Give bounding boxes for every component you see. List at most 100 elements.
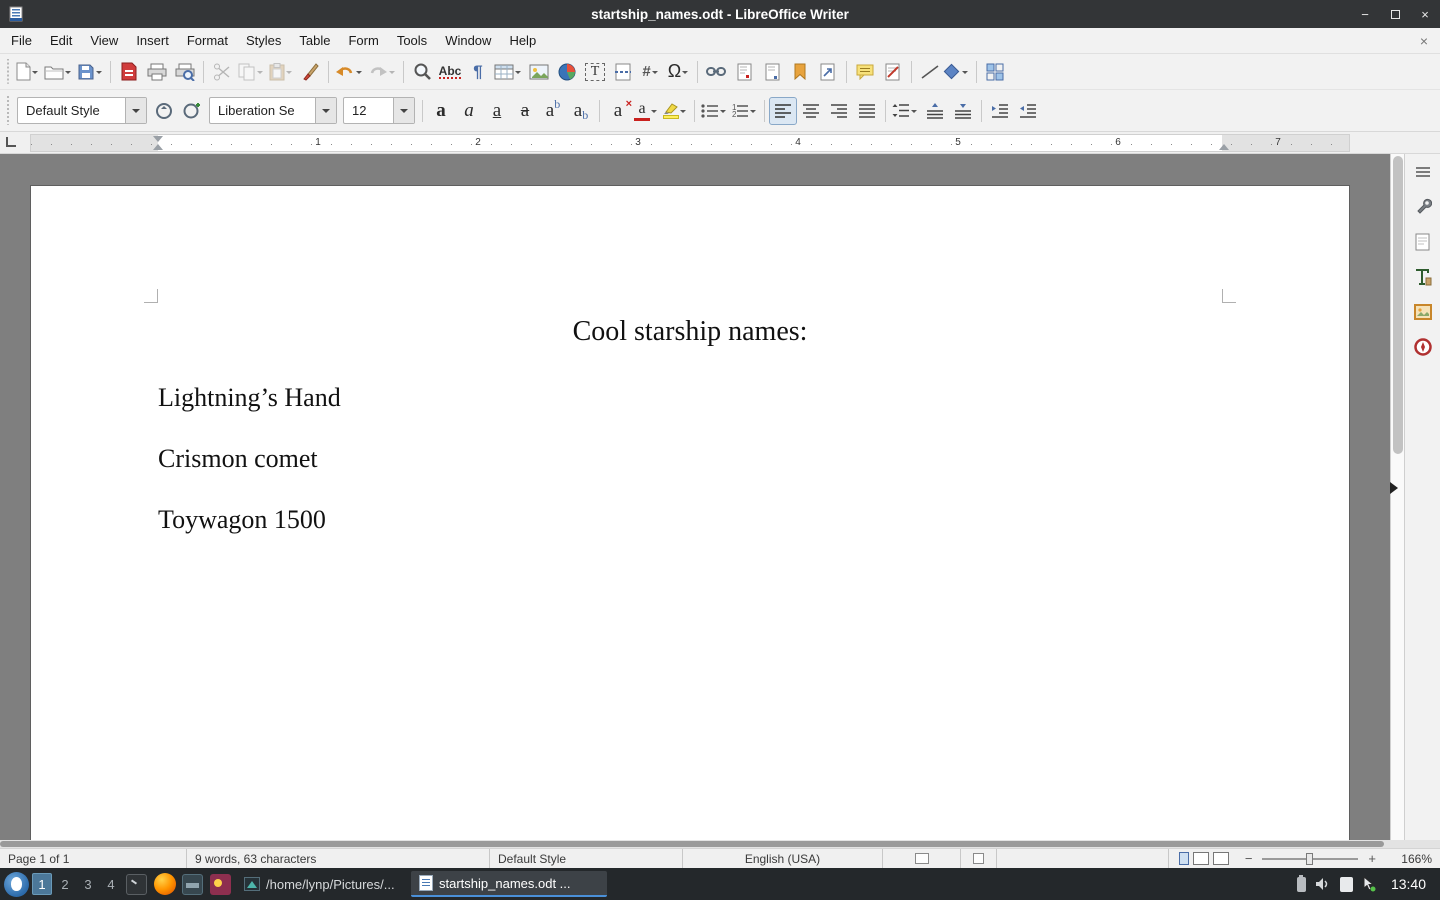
menu-format[interactable]: Format: [178, 29, 237, 52]
find-replace-button[interactable]: [408, 58, 436, 86]
volume-icon[interactable]: [1315, 877, 1331, 891]
sidebar-page-button[interactable]: [1409, 228, 1437, 256]
line-spacing-dropdown-arrow[interactable]: [910, 99, 919, 123]
bullet-list-button[interactable]: [699, 97, 730, 125]
subscript-button[interactable]: ab: [567, 97, 595, 125]
battery-icon[interactable]: [1297, 877, 1306, 892]
restore-button[interactable]: [1388, 7, 1402, 21]
right-indent-marker[interactable]: [1219, 144, 1229, 150]
workspace-4-button[interactable]: 4: [101, 873, 121, 895]
single-page-view-button[interactable]: [1179, 852, 1189, 865]
files-tray-icon[interactable]: [1340, 877, 1353, 892]
save-button[interactable]: [75, 58, 106, 86]
zoom-out-button[interactable]: −: [1241, 851, 1257, 866]
toolbar-handle[interactable]: [5, 59, 11, 84]
sidebar-styles-button[interactable]: [1409, 263, 1437, 291]
taskbar-window-pictures[interactable]: /home/lynp/Pictures/...: [236, 871, 408, 897]
align-justify-button[interactable]: [853, 97, 881, 125]
basic-shapes-button[interactable]: [944, 58, 972, 86]
zoom-level[interactable]: 166%: [1388, 849, 1440, 868]
document-page[interactable]: Cool starship names: Lightning’s Hand Cr…: [30, 185, 1350, 840]
insert-table-button[interactable]: [492, 58, 525, 86]
sidebar-properties-button[interactable]: [1409, 193, 1437, 221]
save-dropdown-arrow[interactable]: [95, 60, 104, 84]
document-close-button[interactable]: ×: [1410, 33, 1438, 49]
status-document-modified[interactable]: [961, 849, 997, 868]
insert-footnote-button[interactable]: [730, 58, 758, 86]
insert-image-button[interactable]: [525, 58, 553, 86]
menu-insert[interactable]: Insert: [127, 29, 178, 52]
show-draw-functions-button[interactable]: [981, 58, 1009, 86]
horizontal-ruler[interactable]: 1 2 3 4 5 6 7: [0, 132, 1440, 154]
table-dropdown-arrow[interactable]: [514, 60, 523, 84]
sidebar-collapse-arrow[interactable]: [1390, 482, 1404, 494]
menu-tools[interactable]: Tools: [388, 29, 436, 52]
numbered-list-button[interactable]: 1 2: [730, 97, 760, 125]
zoom-slider-thumb[interactable]: [1306, 853, 1313, 865]
tab-stop-selector[interactable]: [6, 137, 16, 147]
insert-hyperlink-button[interactable]: [702, 58, 730, 86]
special-character-dropdown-arrow[interactable]: [681, 60, 690, 84]
close-button[interactable]: ×: [1418, 7, 1432, 21]
menu-file[interactable]: File: [2, 29, 41, 52]
italic-button[interactable]: a: [455, 97, 483, 125]
export-pdf-button[interactable]: [115, 58, 143, 86]
multi-page-view-button[interactable]: [1193, 852, 1209, 865]
menu-edit[interactable]: Edit: [41, 29, 81, 52]
clock[interactable]: 13:40: [1385, 876, 1432, 892]
taskbar-window-writer[interactable]: startship_names.odt ...: [411, 871, 607, 897]
document-workspace[interactable]: Cool starship names: Lightning’s Hand Cr…: [0, 154, 1390, 840]
ruler-strip[interactable]: 1 2 3 4 5 6 7: [30, 134, 1350, 152]
new-style-button[interactable]: [178, 97, 206, 125]
status-page-style[interactable]: Default Style: [490, 849, 683, 868]
update-style-button[interactable]: [150, 97, 178, 125]
bullet-list-dropdown-arrow[interactable]: [719, 99, 728, 123]
insert-endnote-button[interactable]: [758, 58, 786, 86]
print-preview-button[interactable]: [171, 58, 199, 86]
align-left-button[interactable]: [769, 97, 797, 125]
spelling-button[interactable]: Abc: [436, 58, 464, 86]
menu-window[interactable]: Window: [436, 29, 500, 52]
workspace-3-button[interactable]: 3: [78, 873, 98, 895]
horizontal-scrollbar-thumb[interactable]: [0, 841, 1384, 847]
sidebar-navigator-button[interactable]: [1409, 333, 1437, 361]
open-button[interactable]: [42, 58, 75, 86]
menu-view[interactable]: View: [81, 29, 127, 52]
insert-chart-button[interactable]: [553, 58, 581, 86]
open-dropdown-arrow[interactable]: [64, 60, 73, 84]
align-center-button[interactable]: [797, 97, 825, 125]
print-button[interactable]: [143, 58, 171, 86]
new-document-button[interactable]: [14, 58, 42, 86]
status-word-count[interactable]: 9 words, 63 characters: [187, 849, 490, 868]
pointer-icon[interactable]: [1362, 876, 1376, 892]
clone-formatting-button[interactable]: [296, 58, 324, 86]
insert-page-break-button[interactable]: [609, 58, 637, 86]
decrease-paragraph-spacing-button[interactable]: [949, 97, 977, 125]
numbered-list-dropdown-arrow[interactable]: [749, 99, 758, 123]
document-line[interactable]: Toywagon 1500: [158, 504, 1222, 535]
minimize-button[interactable]: −: [1358, 7, 1372, 21]
firefox-launcher[interactable]: [152, 872, 177, 897]
screenshot-launcher[interactable]: [208, 872, 233, 897]
sidebar-gallery-button[interactable]: [1409, 298, 1437, 326]
first-line-indent-marker[interactable]: [153, 136, 163, 142]
status-language[interactable]: English (USA): [683, 849, 883, 868]
zoom-slider[interactable]: [1262, 858, 1358, 860]
menu-styles[interactable]: Styles: [237, 29, 290, 52]
menu-table[interactable]: Table: [290, 29, 339, 52]
field-dropdown-arrow[interactable]: [651, 60, 660, 84]
status-page-count[interactable]: Page 1 of 1: [0, 849, 187, 868]
line-spacing-button[interactable]: [890, 97, 921, 125]
formatting-marks-button[interactable]: ¶: [464, 58, 492, 86]
insert-text-box-button[interactable]: T: [581, 58, 609, 86]
undo-button[interactable]: [333, 58, 366, 86]
zoom-in-button[interactable]: +: [1364, 851, 1380, 866]
paragraph-style-dropdown-button[interactable]: [125, 98, 146, 123]
align-right-button[interactable]: [825, 97, 853, 125]
font-size-combo[interactable]: 12: [343, 97, 415, 124]
underline-button[interactable]: a: [483, 97, 511, 125]
font-name-value[interactable]: Liberation Se: [210, 98, 315, 123]
clear-formatting-button[interactable]: a ×: [604, 97, 632, 125]
insert-cross-reference-button[interactable]: [814, 58, 842, 86]
bold-button[interactable]: a: [427, 97, 455, 125]
